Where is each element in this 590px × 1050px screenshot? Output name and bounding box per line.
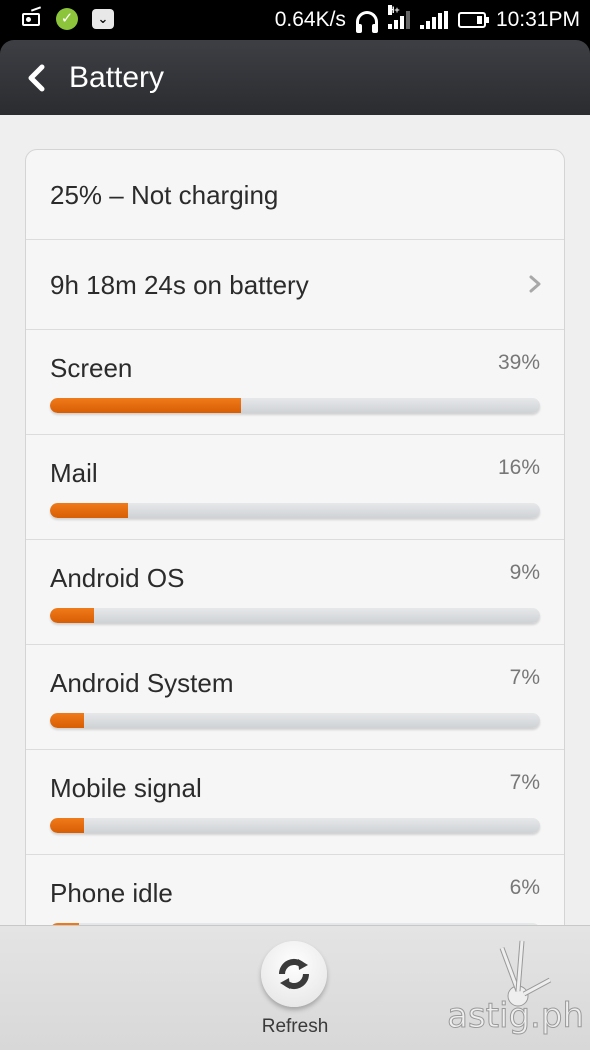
usage-percent: 9% xyxy=(509,561,540,584)
usage-name: Mail xyxy=(50,458,98,488)
status-bar: ✓ ⌄ 0.64K/s H+ 10:31PM xyxy=(0,0,590,40)
usage-name: Android System xyxy=(50,668,234,698)
mail-icon: ⌄ xyxy=(92,9,114,29)
usage-percent: 39% xyxy=(497,351,540,374)
usage-row[interactable]: Phone idle 6% xyxy=(26,855,564,925)
headphones-icon xyxy=(355,11,378,33)
usage-row[interactable]: Screen 39% xyxy=(26,330,564,435)
chevron-left-icon[interactable] xyxy=(24,64,48,92)
usage-bar-fill xyxy=(50,398,242,413)
battery-card: 25% – Not charging 9h 18m 24s on battery… xyxy=(25,149,565,925)
usage-bar xyxy=(50,398,540,413)
usage-bar xyxy=(50,503,540,518)
time-on-battery: 9h 18m 24s on battery xyxy=(50,270,309,300)
usage-row[interactable]: Android OS 9% xyxy=(26,540,564,645)
network-type: H+ xyxy=(387,5,400,15)
battery-icon xyxy=(457,12,489,28)
refresh-label: Refresh xyxy=(261,1016,329,1037)
usage-row[interactable]: Mobile signal 7% xyxy=(26,750,564,855)
watermark: astig.ph xyxy=(447,996,585,1037)
data-signal-icon: H+ xyxy=(387,5,410,29)
usage-bar-fill xyxy=(50,608,95,623)
usage-list: Screen 39% Mail 16% Android OS 9% Android Syst… xyxy=(26,330,564,925)
usage-bar-fill xyxy=(50,713,85,728)
cell-signal-icon xyxy=(419,11,448,29)
battery-content[interactable]: 25% – Not charging 9h 18m 24s on battery… xyxy=(0,115,590,925)
usage-row[interactable]: Android System 7% xyxy=(26,645,564,750)
chevron-right-icon xyxy=(529,275,541,293)
usage-bar xyxy=(50,818,540,833)
refresh-button[interactable] xyxy=(261,941,327,1007)
usage-bar-fill xyxy=(50,818,85,833)
battery-level xyxy=(476,16,482,24)
time-on-battery-row[interactable]: 9h 18m 24s on battery xyxy=(26,240,564,330)
usage-name: Screen xyxy=(50,353,133,383)
clock: 10:31PM xyxy=(495,8,580,31)
usage-name: Android OS xyxy=(50,563,185,593)
battery-status-row: 25% – Not charging xyxy=(26,150,564,240)
network-speed: 0.64K/s xyxy=(274,8,346,31)
action-bar: Battery xyxy=(0,40,590,115)
usage-bar xyxy=(50,713,540,728)
usage-percent: 7% xyxy=(509,666,540,689)
check-icon: ✓ xyxy=(56,8,78,30)
usage-percent: 7% xyxy=(509,771,540,794)
usage-percent: 6% xyxy=(509,876,540,899)
refresh-icon xyxy=(278,958,310,990)
usage-name: Mobile signal xyxy=(50,773,202,803)
usage-name: Phone idle xyxy=(50,878,173,908)
usage-percent: 16% xyxy=(497,456,540,479)
radio-icon xyxy=(20,8,42,30)
usage-bar-fill xyxy=(50,503,129,518)
usage-row[interactable]: Mail 16% xyxy=(26,435,564,540)
usage-bar xyxy=(50,608,540,623)
bottom-bar: Refresh astig.ph xyxy=(0,925,590,1050)
page-title: Battery xyxy=(69,61,165,94)
battery-status: 25% – Not charging xyxy=(50,180,279,210)
